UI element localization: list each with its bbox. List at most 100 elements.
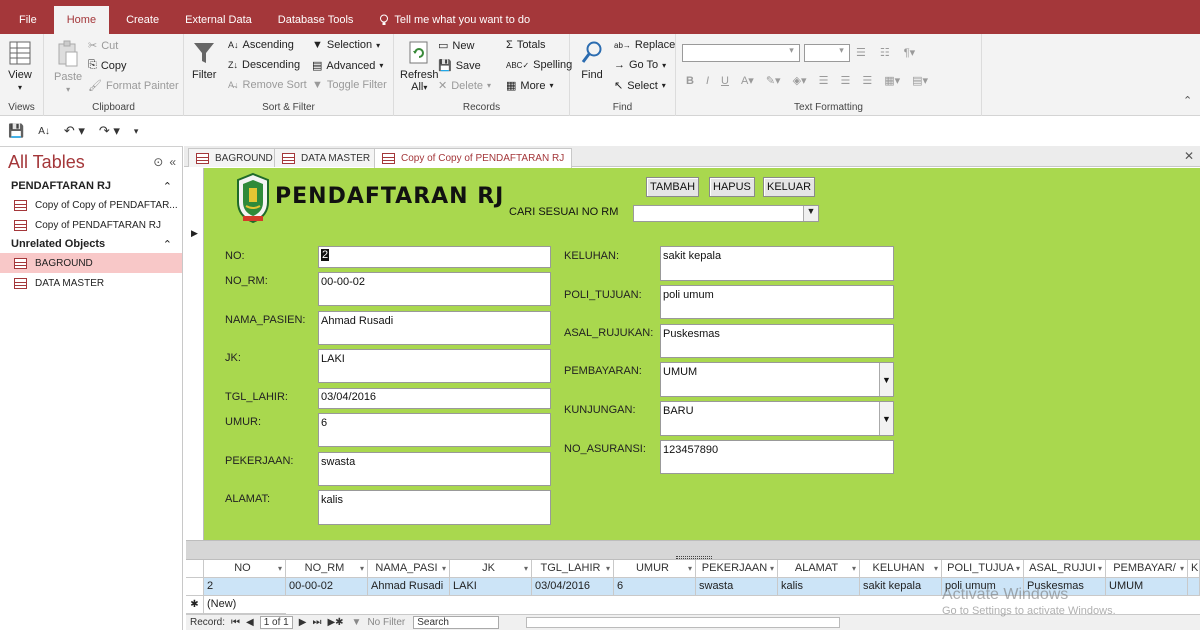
field-poli-tujuan[interactable]: poli umum xyxy=(660,285,894,319)
field-pekerjaan[interactable]: swasta xyxy=(318,452,551,486)
view-button[interactable]: View ▾ xyxy=(8,40,32,93)
table-cell[interactable]: kalis xyxy=(778,578,860,596)
table-cell[interactable]: 03/04/2016 xyxy=(532,578,614,596)
column-header[interactable]: K xyxy=(1188,560,1200,578)
save-record-button[interactable]: 💾 Save xyxy=(438,59,481,73)
font-size-combo[interactable]: ▾ xyxy=(804,44,850,62)
field-tgl-lahir[interactable]: 03/04/2016 xyxy=(318,388,551,409)
chevron-down-icon[interactable]: ▼ xyxy=(879,402,893,435)
field-keluhan[interactable]: sakit kepala xyxy=(660,246,894,281)
chevron-down-icon[interactable]: ▼ xyxy=(803,206,818,221)
highlight-icon[interactable]: ✎▾ xyxy=(766,74,781,87)
close-icon[interactable]: ✕ xyxy=(1184,149,1194,163)
column-header[interactable]: KELUHAN ▾ xyxy=(860,560,942,578)
delete-button[interactable]: HAPUS xyxy=(709,177,755,197)
field-alamat[interactable]: kalis xyxy=(318,490,551,525)
nav-item-copy-of-pendaftaran[interactable]: Copy of PENDAFTARAN RJ xyxy=(0,215,182,235)
field-no-asuransi[interactable]: 123457890 xyxy=(660,440,894,474)
chevron-down-icon[interactable]: ▾ xyxy=(688,560,692,577)
next-record-icon[interactable]: ▶ xyxy=(299,617,307,628)
redo-icon[interactable]: ↷ ▾ xyxy=(99,123,120,139)
tab-file[interactable]: File xyxy=(6,6,50,34)
field-no-rm[interactable]: 00-00-02 xyxy=(318,272,551,306)
chevron-down-icon[interactable]: ▾ xyxy=(606,560,610,577)
row-selector[interactable] xyxy=(186,578,204,596)
remove-sort-button[interactable]: A̶↓ Remove Sort xyxy=(228,79,307,91)
toggle-filter-button[interactable]: ▼ Toggle Filter xyxy=(312,79,387,91)
font-color-icon[interactable]: A▾ xyxy=(741,74,754,87)
bullets-icon[interactable]: ☰ xyxy=(856,46,866,59)
font-name-combo[interactable]: ▾ xyxy=(682,44,800,62)
cut-button[interactable]: ✂ Cut xyxy=(88,39,118,53)
nav-item-data-master[interactable]: DATA MASTER xyxy=(0,273,182,293)
customize-toolbar-icon[interactable]: ▾ xyxy=(134,126,139,137)
exit-button[interactable]: KELUAR xyxy=(763,177,816,197)
table-cell[interactable]: 6 xyxy=(614,578,696,596)
align-right-icon[interactable]: ☰ xyxy=(862,74,872,87)
new-row-placeholder[interactable]: (New) xyxy=(204,596,286,614)
copy-button[interactable]: ⎘ Copy xyxy=(88,59,127,72)
replace-button[interactable]: ab→ Replace xyxy=(614,39,675,51)
nav-title[interactable]: All Tables xyxy=(8,152,85,173)
paragraph-direction-icon[interactable]: ¶▾ xyxy=(904,46,915,59)
nav-menu-dropdown-icon[interactable]: ⊙ xyxy=(153,155,163,169)
split-form-splitter[interactable] xyxy=(186,540,1200,560)
doc-tab-data-master[interactable]: DATA MASTER xyxy=(274,148,379,167)
chevron-down-icon[interactable]: ▾ xyxy=(934,560,938,577)
align-center-icon[interactable]: ☰ xyxy=(840,74,850,87)
table-cell[interactable] xyxy=(1188,578,1200,596)
column-header[interactable]: POLI_TUJUA ▾ xyxy=(942,560,1024,578)
field-jk[interactable]: LAKI xyxy=(318,349,551,383)
filter-status[interactable]: ▼ No Filter xyxy=(348,617,410,628)
nav-group-header[interactable]: Unrelated Objects ⌃ xyxy=(0,235,182,253)
format-painter-button[interactable]: 🖌 Format Painter xyxy=(88,79,179,93)
collapse-ribbon-icon[interactable]: ⌃ xyxy=(1183,94,1192,107)
last-record-icon[interactable]: ⏭ xyxy=(312,617,321,628)
table-cell[interactable]: swasta xyxy=(696,578,778,596)
chevron-down-icon[interactable]: ▾ xyxy=(770,560,774,577)
filter-button[interactable]: Filter xyxy=(192,40,216,81)
underline-icon[interactable]: U xyxy=(721,75,729,87)
totals-button[interactable]: Σ Totals xyxy=(506,39,546,51)
column-header[interactable]: PEMBAYAR/ ▾ xyxy=(1106,560,1188,578)
shutter-bar-close-icon[interactable]: « xyxy=(169,155,176,169)
find-button[interactable]: Find xyxy=(580,40,604,81)
tell-me-box[interactable]: Tell me what you want to do xyxy=(366,6,543,34)
chevron-down-icon[interactable]: ▾ xyxy=(524,560,528,577)
column-header[interactable]: ALAMAT ▾ xyxy=(778,560,860,578)
new-record-button[interactable]: ▭ New xyxy=(438,39,474,53)
splitter-grip-icon[interactable] xyxy=(676,556,712,559)
horizontal-scrollbar[interactable] xyxy=(526,617,840,628)
paste-button[interactable]: Paste ▾ xyxy=(54,40,82,95)
nav-item-baground[interactable]: BAGROUND xyxy=(0,253,182,273)
field-nama-pasien[interactable]: Ahmad Rusadi xyxy=(318,311,551,345)
search-no-rm-combo[interactable]: ▼ xyxy=(633,205,819,222)
save-icon[interactable]: 💾 xyxy=(8,123,24,139)
column-header[interactable]: NO ▾ xyxy=(204,560,286,578)
doc-tab-baground[interactable]: BAGROUND xyxy=(188,148,281,167)
tab-home[interactable]: Home xyxy=(53,6,110,34)
chevron-down-icon[interactable]: ▾ xyxy=(1098,560,1102,577)
field-asal-rujukan[interactable]: Puskesmas xyxy=(660,324,894,358)
sort-icon[interactable]: A↓ xyxy=(38,126,50,137)
tab-external-data[interactable]: External Data xyxy=(172,6,265,34)
fill-color-icon[interactable]: ◈▾ xyxy=(793,74,807,87)
search-input[interactable]: Search xyxy=(413,616,500,629)
nav-group-header[interactable]: PENDAFTARAN RJ ⌃ xyxy=(0,177,182,195)
table-cell[interactable]: 2 xyxy=(204,578,286,596)
column-header[interactable]: NAMA_PASI ▾ xyxy=(368,560,450,578)
column-header[interactable]: UMUR ▾ xyxy=(614,560,696,578)
table-cell[interactable]: Ahmad Rusadi xyxy=(368,578,450,596)
numbering-icon[interactable]: ☷ xyxy=(880,46,890,59)
tab-create[interactable]: Create xyxy=(113,6,172,34)
chevron-down-icon[interactable]: ▾ xyxy=(360,560,364,577)
column-header[interactable]: PEKERJAAN ▾ xyxy=(696,560,778,578)
chevron-down-icon[interactable]: ▾ xyxy=(852,560,856,577)
chevron-down-icon[interactable]: ▾ xyxy=(1180,560,1184,577)
column-header[interactable]: JK ▾ xyxy=(450,560,532,578)
selection-button[interactable]: ▼ Selection ▾ xyxy=(312,39,380,51)
delete-record-button[interactable]: ✕ Delete ▾ xyxy=(438,79,491,93)
field-umur[interactable]: 6 xyxy=(318,413,551,447)
chevron-down-icon[interactable]: ▾ xyxy=(442,560,446,577)
column-header[interactable]: TGL_LAHIR ▾ xyxy=(532,560,614,578)
